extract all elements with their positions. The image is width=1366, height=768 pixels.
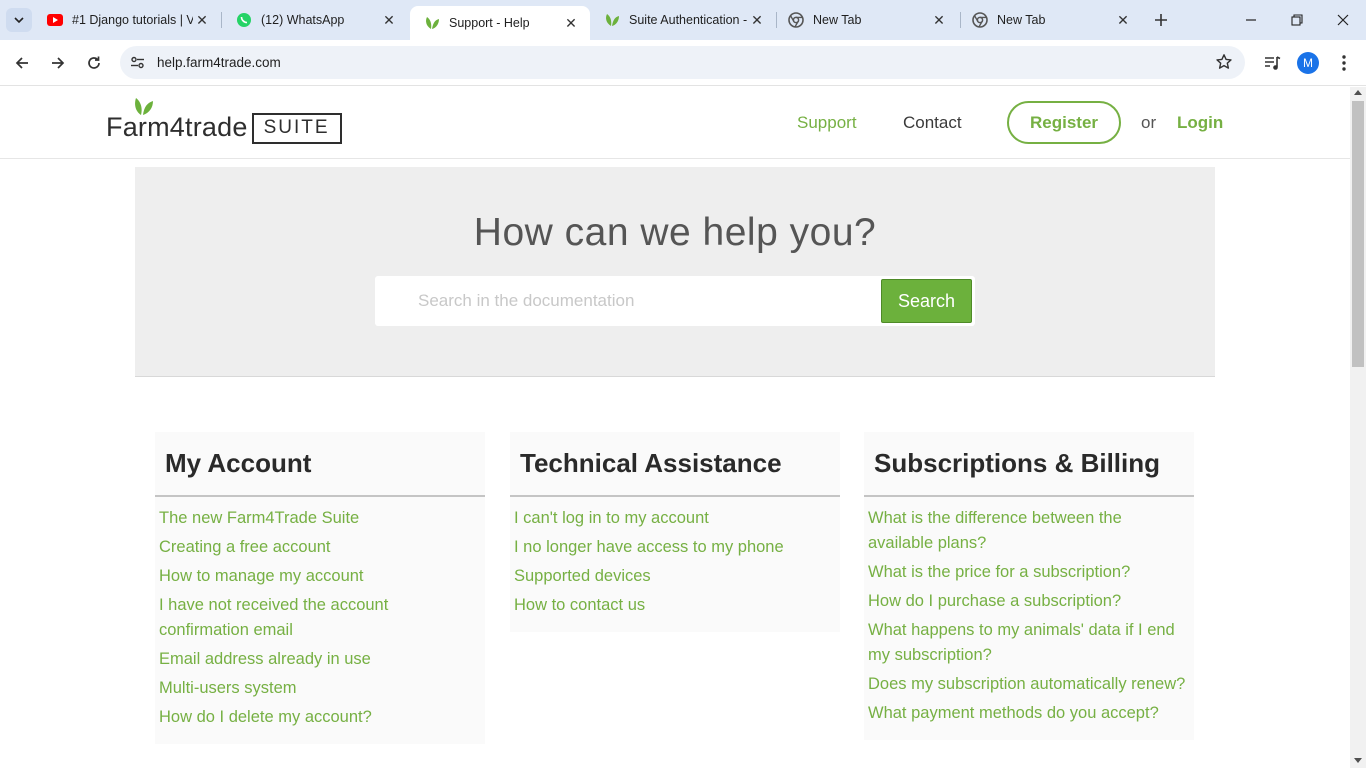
close-icon[interactable]: ✕ [562, 14, 580, 32]
tab-strip: #1 Django tutorials | V ✕ (12) WhatsApp … [0, 0, 1366, 40]
arrow-right-icon [52, 57, 65, 69]
logo-suite-badge: SUITE [251, 113, 342, 144]
category-my-account: My Account The new Farm4Trade Suite Crea… [155, 432, 485, 744]
site-settings-icon[interactable] [129, 54, 146, 71]
tab-title: #1 Django tutorials | V [72, 13, 193, 27]
whatsapp-icon [236, 12, 252, 28]
leaf-icon [424, 15, 440, 31]
category-technical-assistance: Technical Assistance I can't log in to m… [510, 432, 840, 632]
restore-icon [1291, 14, 1303, 26]
close-icon[interactable]: ✕ [193, 11, 211, 29]
minimize-button[interactable] [1228, 0, 1274, 40]
article-link[interactable]: Multi-users system [159, 676, 481, 701]
tab-title: (12) WhatsApp [261, 13, 345, 27]
plus-icon [1155, 14, 1167, 26]
close-icon[interactable]: ✕ [1114, 11, 1132, 29]
more-vertical-icon [1342, 55, 1346, 71]
new-tab-button[interactable] [1150, 9, 1172, 31]
scrollbar-thumb[interactable] [1352, 101, 1364, 367]
scroll-down-arrow-icon[interactable] [1354, 758, 1362, 763]
close-window-button[interactable] [1320, 0, 1366, 40]
article-link[interactable]: How do I delete my account? [159, 705, 481, 730]
site-header: Farm4trade SUITE Support Contact Registe… [0, 87, 1350, 159]
category-subscriptions-billing: Subscriptions & Billing What is the diff… [864, 432, 1194, 740]
restore-button[interactable] [1274, 0, 1320, 40]
close-icon [1337, 14, 1349, 26]
article-link[interactable]: I can't log in to my account [514, 506, 836, 531]
search-input[interactable] [375, 276, 880, 326]
browser-tab[interactable]: Suite Authentication - ✕ [590, 0, 776, 40]
category-title: Technical Assistance [510, 432, 840, 497]
article-link[interactable]: What happens to my animals' data if I en… [868, 618, 1190, 668]
category-title: My Account [155, 432, 485, 497]
search-box: Search [375, 276, 975, 326]
site-logo[interactable]: Farm4trade SUITE [106, 98, 342, 145]
article-link[interactable]: How do I purchase a subscription? [868, 589, 1190, 614]
media-control-button[interactable] [1259, 50, 1285, 76]
minimize-icon [1246, 19, 1256, 21]
category-title: Subscriptions & Billing [864, 432, 1194, 497]
register-button[interactable]: Register [1007, 101, 1121, 144]
reload-button[interactable] [79, 48, 109, 78]
article-link[interactable]: The new Farm4Trade Suite [159, 506, 481, 531]
logo-wordmark: Farm4trade [106, 98, 248, 142]
article-link[interactable]: I have not received the account confirma… [159, 593, 481, 643]
tab-search-button[interactable] [6, 8, 32, 32]
close-icon[interactable]: ✕ [930, 11, 948, 29]
chrome-icon [972, 12, 988, 28]
leaf-icon [135, 98, 153, 115]
browser-tab-active[interactable]: Support - Help ✕ [410, 6, 590, 40]
arrow-left-icon [15, 57, 28, 69]
page-title: How can we help you? [473, 211, 877, 254]
article-list: What is the difference between the avail… [864, 497, 1194, 740]
browser-toolbar: help.farm4trade.com [0, 40, 1366, 86]
article-link[interactable]: What is the price for a subscription? [868, 560, 1190, 585]
page-viewport: Farm4trade SUITE Support Contact Registe… [0, 87, 1350, 768]
profile-avatar[interactable]: M [1297, 52, 1319, 74]
article-link[interactable]: Creating a free account [159, 535, 481, 560]
playlist-icon [1264, 55, 1280, 70]
nav-contact-link[interactable]: Contact [903, 101, 962, 145]
login-link[interactable]: Login [1177, 101, 1223, 145]
browser-tab[interactable]: New Tab ✕ [774, 0, 958, 40]
logo-text: Farm4trade [106, 112, 248, 142]
article-link[interactable]: I no longer have access to my phone [514, 535, 836, 560]
bookmark-star-icon[interactable] [1215, 53, 1233, 71]
article-link[interactable]: How to manage my account [159, 564, 481, 589]
article-list: I can't log in to my account I no longer… [510, 497, 840, 632]
nav-support-link[interactable]: Support [797, 101, 857, 145]
article-list: The new Farm4Trade Suite Creating a free… [155, 497, 485, 744]
help-hero: How can we help you? Search [135, 167, 1215, 377]
leaf-icon [604, 12, 620, 28]
article-link[interactable]: Email address already in use [159, 647, 481, 672]
tab-title: Support - Help [449, 16, 530, 30]
reload-icon [88, 56, 100, 69]
article-link[interactable]: Supported devices [514, 564, 836, 589]
tab-title: New Tab [997, 13, 1046, 27]
article-link[interactable]: Does my subscription automatically renew… [868, 672, 1190, 697]
url-text[interactable]: help.farm4trade.com [157, 55, 281, 70]
browser-menu-button[interactable] [1331, 50, 1357, 76]
forward-button[interactable] [43, 48, 73, 78]
youtube-icon [47, 12, 63, 28]
browser-tab[interactable]: #1 Django tutorials | V ✕ [33, 0, 221, 40]
browser-tab[interactable]: New Tab ✕ [958, 0, 1142, 40]
chevron-down-icon [14, 17, 24, 24]
tab-title: Suite Authentication - [629, 13, 748, 27]
or-text: or [1141, 113, 1157, 132]
scroll-up-arrow-icon[interactable] [1354, 90, 1362, 95]
address-bar[interactable]: help.farm4trade.com [120, 46, 1245, 79]
article-link[interactable]: What payment methods do you accept? [868, 701, 1190, 726]
search-button[interactable]: Search [881, 279, 972, 323]
close-icon[interactable]: ✕ [380, 11, 398, 29]
tab-title: New Tab [813, 13, 862, 27]
back-button[interactable] [7, 48, 37, 78]
article-link[interactable]: What is the difference between the avail… [868, 506, 1190, 556]
close-icon[interactable]: ✕ [748, 11, 766, 29]
page-scrollbar[interactable] [1350, 87, 1366, 768]
article-link[interactable]: How to contact us [514, 593, 836, 618]
browser-tab[interactable]: (12) WhatsApp ✕ [222, 0, 408, 40]
chrome-icon [788, 12, 804, 28]
